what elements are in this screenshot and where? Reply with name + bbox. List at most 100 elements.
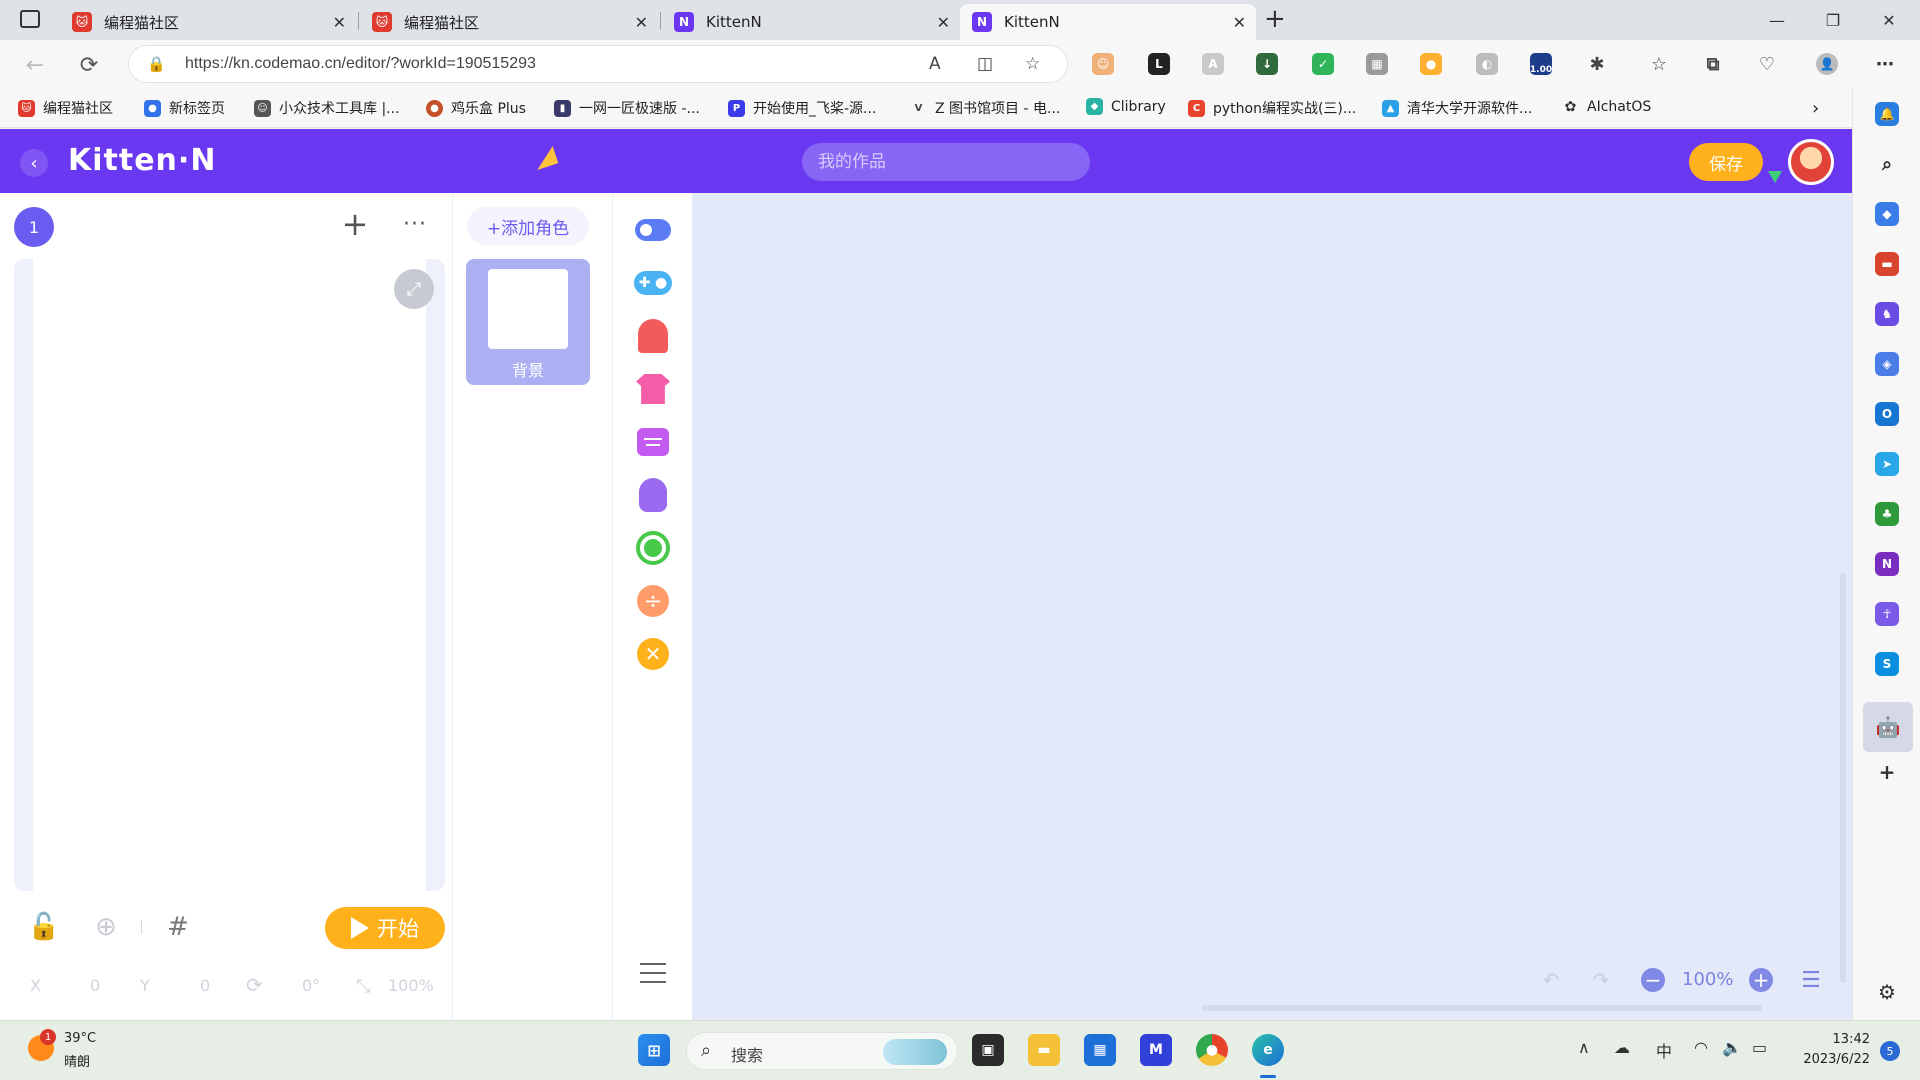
browser-tab-2[interactable]: 🐱 编程猫社区 ✕ xyxy=(360,4,658,40)
skype-icon[interactable]: S xyxy=(1875,652,1899,676)
multiply-icon[interactable]: ✕ xyxy=(634,635,672,673)
onenote-icon[interactable]: N xyxy=(1875,552,1899,576)
lock-icon[interactable]: 🔒 xyxy=(147,55,166,73)
bookmark-item[interactable]: ◆ Clibrary xyxy=(1086,98,1166,115)
vertical-scrollbar[interactable] xyxy=(1840,573,1846,983)
close-icon[interactable]: ✕ xyxy=(937,13,950,32)
event-toggle-icon[interactable] xyxy=(634,211,672,249)
app-m-icon[interactable]: M xyxy=(1140,1034,1172,1066)
user-avatar[interactable] xyxy=(1788,139,1834,185)
shirt-icon[interactable] xyxy=(634,370,672,408)
favorites-icon[interactable]: ☆ xyxy=(1648,53,1670,75)
edge-icon[interactable]: e xyxy=(1252,1034,1284,1066)
fullscreen-expand-icon[interactable]: ⤢ xyxy=(394,269,434,309)
align-blocks-icon[interactable]: ☰ xyxy=(1796,965,1826,995)
lightbulb-icon[interactable] xyxy=(634,476,672,514)
stage-canvas[interactable] xyxy=(33,259,426,891)
grid-icon[interactable]: # xyxy=(162,911,194,943)
extension-badge-icon[interactable]: 1.00 xyxy=(1530,53,1552,75)
extensions-puzzle-icon[interactable]: ✱ xyxy=(1586,53,1608,75)
bookmark-item[interactable]: ● 新标签页 xyxy=(144,98,225,118)
bell-icon[interactable]: 🔔 xyxy=(1875,102,1899,126)
ghost-icon[interactable] xyxy=(634,317,672,355)
extension-moon-icon[interactable]: ◐ xyxy=(1476,53,1498,75)
windows-start-icon[interactable]: ⊞ xyxy=(638,1034,670,1066)
back-chevron-icon[interactable]: ‹ xyxy=(20,149,48,177)
extension-l-icon[interactable]: L xyxy=(1148,53,1170,75)
add-role-button[interactable]: +添加角色 xyxy=(467,207,589,245)
scale-value[interactable]: 100% xyxy=(388,976,434,995)
extension-color-icon[interactable]: ● xyxy=(1420,53,1442,75)
browser-tab-4[interactable]: N KittenN ✕ xyxy=(960,4,1256,40)
weather-temperature[interactable]: 39°C xyxy=(64,1031,96,1046)
extension-a-icon[interactable]: A xyxy=(1202,53,1224,75)
settings-gear-icon[interactable]: ⚙ xyxy=(1875,980,1899,1004)
y-value[interactable]: 0 xyxy=(200,976,210,995)
close-icon[interactable]: ✕ xyxy=(635,13,648,32)
bookmark-item[interactable]: ▮ 一网一匠极速版 -... xyxy=(554,98,700,118)
task-view-icon[interactable]: ▣ xyxy=(972,1034,1004,1066)
add-icon[interactable]: + xyxy=(1875,760,1899,784)
crosshair-icon[interactable]: ⊕ xyxy=(90,911,122,943)
collections-icon[interactable]: ⧉ xyxy=(1702,53,1724,75)
zoom-out-icon[interactable]: − xyxy=(1638,965,1668,995)
bookmarks-overflow-chevron-icon[interactable]: › xyxy=(1812,98,1819,119)
bookmark-item[interactable]: 🐱 编程猫社区 xyxy=(18,98,113,118)
weather-description[interactable]: 晴朗 xyxy=(64,1051,90,1070)
clock-date[interactable]: 2023/6/22 xyxy=(1790,1052,1870,1067)
taskbar-search[interactable]: ⌕ 搜索 xyxy=(686,1032,958,1070)
tree-icon[interactable]: ♣ xyxy=(1875,502,1899,526)
start-button[interactable]: 开始 xyxy=(325,907,445,949)
performance-heart-icon[interactable]: ♡ xyxy=(1756,53,1778,75)
close-icon[interactable]: ✕ xyxy=(1233,13,1246,32)
bookmark-item[interactable]: ☺ 小众技术工具库 |... xyxy=(254,98,400,118)
green-circle-icon[interactable] xyxy=(634,529,672,567)
notification-badge[interactable]: 5 xyxy=(1880,1041,1900,1061)
chess-icon[interactable]: ♞ xyxy=(1875,302,1899,326)
bookmark-item[interactable]: ● 鸡乐盒 Plus xyxy=(426,98,526,118)
bookmark-item[interactable]: VZ 图书馆项目 - 电... xyxy=(910,98,1061,118)
outlook-icon[interactable]: O xyxy=(1875,402,1899,426)
tag-icon[interactable]: ◆ xyxy=(1875,202,1899,226)
bookmark-item[interactable]: Cpython编程实战(三)... xyxy=(1188,98,1356,118)
redo-icon[interactable]: ↷ xyxy=(1586,965,1616,995)
clock-time[interactable]: 13:42 xyxy=(1790,1032,1870,1047)
bookmark-item[interactable]: ▲ 清华大学开源软件... xyxy=(1382,98,1532,118)
ime-indicator[interactable]: 中 xyxy=(1656,1038,1672,1062)
robot-icon[interactable]: 🤖 xyxy=(1863,702,1913,752)
back-arrow-icon[interactable]: ← xyxy=(20,50,50,80)
copilot-icon[interactable]: ◈ xyxy=(1875,352,1899,376)
browser-tab-3[interactable]: N KittenN ✕ xyxy=(662,4,960,40)
background-card[interactable]: 背景 xyxy=(466,259,590,385)
meditate-icon[interactable]: ☥ xyxy=(1875,602,1899,626)
extension-download-icon[interactable]: ↓ xyxy=(1256,53,1278,75)
scene-number-badge[interactable]: 1 xyxy=(14,207,54,247)
read-aloud-icon[interactable]: A xyxy=(929,54,941,74)
file-explorer-icon[interactable]: ▬ xyxy=(1028,1034,1060,1066)
toolbox-icon[interactable]: ▬ xyxy=(1875,252,1899,276)
microsoft-store-icon[interactable]: ▦ xyxy=(1084,1034,1116,1066)
split-screen-icon[interactable]: ◫ xyxy=(977,54,993,74)
save-button[interactable]: 保存 xyxy=(1689,143,1763,181)
onedrive-icon[interactable]: ☁ xyxy=(1614,1038,1630,1057)
bookmark-item[interactable]: ✿ AIchatOS xyxy=(1562,98,1652,115)
settings-more-icon[interactable]: ⋯ xyxy=(1874,53,1896,75)
send-icon[interactable]: ➤ xyxy=(1875,452,1899,476)
close-window-button[interactable]: ✕ xyxy=(1866,6,1912,34)
undo-icon[interactable]: ↶ xyxy=(1536,965,1566,995)
divide-icon[interactable]: ÷ xyxy=(634,582,672,620)
add-scene-button[interactable]: + xyxy=(338,207,372,241)
extension-grid-icon[interactable]: ▦ xyxy=(1366,53,1388,75)
profile-avatar-icon[interactable]: 👤 xyxy=(1816,53,1838,75)
wifi-icon[interactable]: ◠ xyxy=(1694,1038,1708,1057)
close-icon[interactable]: ✕ xyxy=(333,13,346,32)
new-tab-button[interactable]: + xyxy=(1264,4,1286,34)
horizontal-scrollbar[interactable] xyxy=(1202,1005,1762,1011)
tab-actions-icon[interactable] xyxy=(20,10,40,28)
chrome-icon[interactable]: ● xyxy=(1196,1034,1228,1066)
more-options-icon[interactable]: ··· xyxy=(398,207,432,241)
favorite-star-icon[interactable]: ☆ xyxy=(1025,54,1040,74)
chat-bubble-icon[interactable] xyxy=(634,423,672,461)
url-field[interactable]: 🔒 https://kn.codemao.cn/editor/?workId=1… xyxy=(128,45,1068,83)
hamburger-menu-icon[interactable] xyxy=(640,963,666,983)
